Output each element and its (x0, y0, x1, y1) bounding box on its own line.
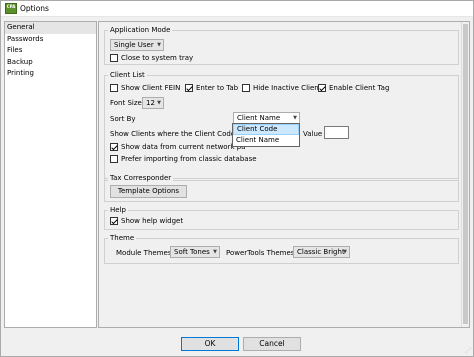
scrollbar-thumb[interactable] (463, 24, 468, 324)
show-help-widget-label: Show help widget (121, 217, 184, 225)
enable-client-tag-checkbox[interactable]: Enable Client Tag (318, 84, 389, 92)
font-size-label: Font Size (110, 99, 142, 107)
enter-to-tab-checkbox[interactable]: Enter to Tab (185, 84, 238, 92)
application-mode-group: Application Mode Single User ▼ Close to … (104, 26, 459, 65)
enter-to-tab-label: Enter to Tab (196, 84, 239, 92)
module-themes-select[interactable]: Soft Tones ▼ (170, 246, 220, 258)
sidebar-item-general[interactable]: General (5, 22, 96, 34)
powertools-themes-label: PowerTools Themes (226, 249, 295, 257)
show-where-label: Show Clients where the Client Code is (110, 130, 243, 138)
application-mode-value: Single User (114, 41, 154, 49)
chevron-down-icon: ▼ (293, 115, 297, 121)
checkbox-box (318, 84, 326, 92)
theme-title: Theme (108, 234, 137, 242)
enable-client-tag-label: Enable Client Tag (329, 84, 390, 92)
help-group: Help Show help widget (104, 206, 459, 230)
sort-by-dropdown-list: Client Code Client Name (232, 123, 300, 147)
value-label: Value (303, 130, 323, 138)
sort-option-client-code[interactable]: Client Code (233, 124, 299, 135)
chevron-down-icon: ▼ (157, 42, 161, 48)
chevron-down-icon: ▼ (213, 249, 217, 255)
sidebar-item-files[interactable]: Files (5, 45, 96, 57)
sidebar-item-passwords[interactable]: Passwords (5, 34, 96, 46)
powertools-themes-value: Classic Bright (297, 248, 345, 256)
powertools-themes-select[interactable]: Classic Bright ▼ (293, 246, 350, 258)
close-to-tray-checkbox[interactable]: Close to system tray (110, 54, 193, 62)
application-mode-title: Application Mode (108, 26, 173, 34)
client-list-title: Client List (108, 71, 147, 79)
category-list: General Passwords Files Backup Printing (4, 21, 97, 328)
theme-group: Theme Module Themes Soft Tones ▼ PowerTo… (104, 234, 459, 264)
sort-by-value: Client Name (237, 114, 281, 122)
font-size-value: 12 (146, 99, 155, 107)
ok-button[interactable]: OK (181, 337, 239, 351)
font-size-select[interactable]: 12 ▼ (142, 97, 164, 109)
checkbox-box (110, 143, 118, 151)
chevron-down-icon: ▼ (157, 100, 161, 106)
app-icon: CPA (5, 3, 17, 14)
sort-by-label: Sort By (110, 115, 136, 123)
cancel-button[interactable]: Cancel (243, 337, 301, 351)
tax-corresponder-group: Tax Corresponder Template Options (104, 174, 459, 202)
show-fein-checkbox[interactable]: Show Client FEIN (110, 84, 180, 92)
value-input[interactable] (324, 126, 349, 139)
options-window: CPA Options General Passwords Files Back… (0, 0, 474, 357)
template-options-button[interactable]: Template Options (110, 185, 187, 198)
show-fein-label: Show Client FEIN (121, 84, 181, 92)
sidebar-item-backup[interactable]: Backup (5, 57, 96, 69)
hide-inactive-checkbox[interactable]: Hide Inactive Clients (242, 84, 325, 92)
close-to-tray-label: Close to system tray (121, 54, 194, 62)
module-themes-label: Module Themes (116, 249, 172, 257)
show-help-widget-checkbox[interactable]: Show help widget (110, 217, 183, 225)
resize-grip-icon[interactable]: ⋰ (465, 347, 471, 354)
show-network-label: Show data from current network pa (121, 143, 246, 151)
checkbox-box (110, 217, 118, 225)
checkbox-box (110, 54, 118, 62)
checkbox-box (110, 155, 118, 163)
settings-panel: Application Mode Single User ▼ Close to … (98, 21, 470, 328)
title-bar: CPA Options (1, 1, 473, 17)
help-title: Help (108, 206, 128, 214)
show-network-checkbox[interactable]: Show data from current network pa (110, 143, 245, 151)
tax-corresponder-title: Tax Corresponder (108, 174, 174, 182)
application-mode-select[interactable]: Single User ▼ (110, 39, 164, 51)
hide-inactive-label: Hide Inactive Clients (253, 84, 326, 92)
checkbox-box (110, 84, 118, 92)
module-themes-value: Soft Tones (174, 248, 210, 256)
checkbox-box (242, 84, 250, 92)
vertical-scrollbar[interactable] (461, 22, 469, 327)
checkbox-box (185, 84, 193, 92)
prefer-classic-checkbox[interactable]: Prefer importing from classic database (110, 155, 257, 163)
prefer-classic-label: Prefer importing from classic database (121, 155, 257, 163)
sort-option-client-name[interactable]: Client Name (233, 135, 299, 146)
chevron-down-icon: ▼ (343, 249, 347, 255)
window-title: Options (20, 4, 49, 13)
sidebar-item-printing[interactable]: Printing (5, 68, 96, 80)
